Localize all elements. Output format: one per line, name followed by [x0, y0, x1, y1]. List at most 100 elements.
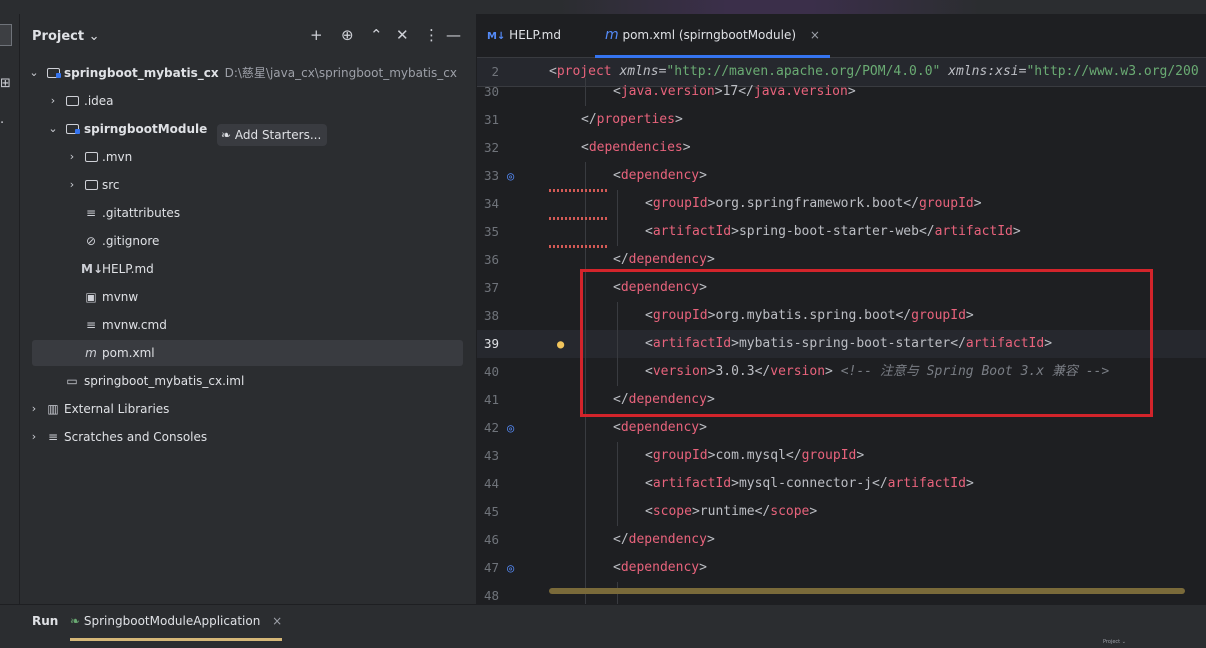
indent-guide	[617, 218, 618, 246]
tree-item-label: spirngbootModule	[84, 122, 208, 136]
tree-item-label: .idea	[84, 94, 114, 108]
horizontal-scrollbar[interactable]	[549, 588, 1185, 594]
tree-item-label: springboot_mybatis_cx.iml	[84, 374, 245, 388]
line-code: </dependency>	[613, 532, 715, 547]
tree-item-src[interactable]: › src	[20, 171, 476, 199]
line-number: 32	[483, 140, 499, 155]
structure-icon[interactable]: ⊞	[0, 76, 11, 91]
code-line: 32 <dependencies>	[477, 134, 1206, 162]
project-panel-header: Project ⌄ + ⊕ ⌃ ✕ ⋮ —	[20, 14, 476, 58]
chevron-down-icon[interactable]: ⌄	[29, 59, 39, 87]
tree-item-external-libraries[interactable]: › ▥ External Libraries	[20, 395, 476, 423]
code-line: 44 <artifactId>mysql-connector-j</artifac…	[477, 470, 1206, 498]
code-line: 42 ◎ <dependency>	[477, 414, 1206, 442]
indent-guide	[585, 190, 586, 218]
chevron-right-icon[interactable]: ›	[67, 143, 77, 171]
tree-item-scratches[interactable]: › ≡ Scratches and Consoles	[20, 423, 476, 451]
chevron-down-icon[interactable]: ⌄	[89, 29, 100, 44]
line-number: 39	[483, 336, 499, 351]
folder-icon	[64, 87, 80, 116]
chevron-right-icon[interactable]: ›	[29, 395, 39, 423]
expand-all-icon[interactable]: ⌃	[370, 26, 383, 44]
chevron-right-icon[interactable]: ›	[67, 171, 77, 199]
tree-item-label: mvnw	[102, 290, 139, 304]
tree-item-label: Scratches and Consoles	[64, 430, 208, 444]
module-folder-icon	[64, 115, 80, 144]
folder-icon	[83, 171, 99, 200]
spring-leaf-icon: ❧	[221, 128, 232, 142]
tab-pom-xml[interactable]: m pom.xml (spirngbootModule) ×	[595, 14, 830, 58]
project-panel-title[interactable]: Project ⌄	[32, 29, 100, 44]
close-icon[interactable]: ×	[272, 614, 282, 628]
scratches-icon: ≡	[47, 430, 59, 444]
line-number: 36	[483, 252, 499, 267]
hide-panel-icon[interactable]: —	[446, 26, 461, 44]
line-number: 37	[483, 280, 499, 295]
code-line: 35 <artifactId>spring-boot-starter-web</a…	[477, 217, 1206, 246]
tree-item-root-module[interactable]: ⌄ springboot_mybatis_cx D:\慈星\java_cx\spr…	[20, 59, 476, 87]
tiny-overlay-text: Project ⌄	[1103, 639, 1126, 645]
line-code: <dependency>	[613, 420, 707, 435]
line-number: 33	[483, 168, 499, 183]
text-file-icon: ≡	[85, 318, 97, 332]
indent-guide	[585, 442, 586, 470]
dependency-gutter-icon[interactable]: ◎	[507, 162, 514, 190]
line-number: 40	[483, 364, 499, 379]
tab-label: HELP.md	[509, 28, 561, 42]
project-tool-button[interactable]	[0, 24, 12, 46]
chevron-down-icon[interactable]: ⌄	[48, 115, 58, 143]
line-code: <groupId>org.springframework.boot</group…	[645, 196, 982, 211]
indent-guide	[585, 498, 586, 526]
indent-guide	[585, 162, 586, 190]
tree-item-idea[interactable]: › .idea	[20, 87, 476, 115]
tree-item-label: mvnw.cmd	[102, 318, 167, 332]
tree-item-help-md[interactable]: M↓ HELP.md	[20, 255, 476, 283]
tree-item-gitattributes[interactable]: ≡ .gitattributes	[20, 199, 476, 227]
line-code: <scope>runtime</scope>	[645, 504, 818, 519]
line-number: 45	[483, 504, 499, 519]
highlight-annotation-box	[580, 269, 1153, 417]
chevron-right-icon[interactable]: ›	[29, 423, 39, 451]
maven-icon: m	[605, 27, 619, 43]
line-number: 47	[483, 560, 499, 575]
code-line: 43 <groupId>com.mysql</groupId>	[477, 442, 1206, 470]
tree-item-pom-xml[interactable]: m pom.xml	[20, 339, 476, 367]
add-icon[interactable]: +	[310, 26, 323, 44]
code-line: 31 </properties>	[477, 106, 1206, 134]
code-line: 47 ◎ <dependency>	[477, 554, 1206, 582]
line-number: 41	[483, 392, 499, 407]
lightbulb-icon[interactable]: ●	[557, 330, 564, 358]
line-number: 43	[483, 448, 499, 463]
line-code: <dependency>	[613, 168, 707, 183]
dependency-gutter-icon[interactable]: ◎	[507, 414, 514, 442]
indent-guide	[585, 218, 586, 246]
code-line: 45 <scope>runtime</scope>	[477, 498, 1206, 526]
dependency-gutter-icon[interactable]: ◎	[507, 554, 514, 582]
line-code: <artifactId>mysql-connector-j</artifactI…	[645, 476, 974, 491]
close-icon[interactable]: ×	[810, 28, 820, 42]
run-config-tab[interactable]: ❧ SpringbootModuleApplication ×	[70, 605, 283, 641]
add-starters-hint[interactable]: ❧ Add Starters...	[217, 124, 328, 146]
tab-label: pom.xml (spirngbootModule)	[622, 28, 797, 42]
indent-guide	[585, 78, 586, 106]
tree-item-label: pom.xml	[102, 346, 155, 360]
collapse-all-icon[interactable]: ✕	[396, 26, 409, 44]
editor-tabs: M↓ HELP.md m pom.xml (spirngbootModule) …	[477, 14, 1206, 58]
tree-item-mvnw-cmd[interactable]: ≡ mvnw.cmd	[20, 311, 476, 339]
chevron-right-icon[interactable]: ›	[48, 87, 58, 115]
tree-item-iml[interactable]: ▭ springboot_mybatis_cx.iml	[20, 367, 476, 395]
locate-icon[interactable]: ⊕	[341, 26, 354, 44]
indent-guide	[617, 498, 618, 526]
more-options-icon[interactable]: ⋮	[424, 26, 439, 44]
more-tools-icon[interactable]: ·	[0, 116, 4, 131]
code-line: 30 <java.version>17</java.version>	[477, 78, 1206, 106]
run-tool-label[interactable]: Run	[32, 614, 58, 628]
line-code: <dependency>	[613, 560, 707, 575]
tree-item-mvnw[interactable]: ▣ mvnw	[20, 283, 476, 311]
line-code: <java.version>17</java.version>	[613, 84, 856, 99]
tab-help-md[interactable]: M↓ HELP.md	[487, 14, 561, 57]
indent-guide	[585, 414, 586, 442]
tree-item-mvn[interactable]: › .mvn	[20, 143, 476, 171]
indent-guide	[617, 470, 618, 498]
tree-item-gitignore[interactable]: ⊘ .gitignore	[20, 227, 476, 255]
